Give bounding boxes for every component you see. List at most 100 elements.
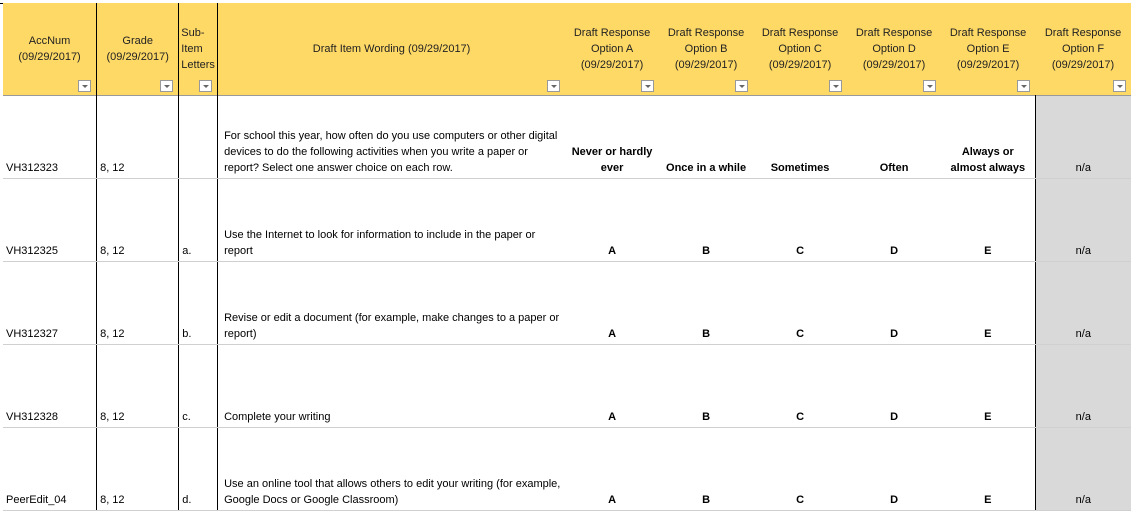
cell-text: C	[796, 328, 805, 340]
table-cell[interactable]: n/a	[1034, 427, 1131, 511]
cell-text: Use the Internet to look for information…	[224, 229, 536, 257]
table-cell[interactable]: Sometimes	[753, 95, 848, 179]
table-cell[interactable]: Always or almost always	[941, 95, 1036, 179]
cell-text: Complete your writing	[224, 411, 331, 423]
table-cell[interactable]: d.	[178, 427, 219, 511]
table-cell[interactable]: n/a	[1034, 344, 1131, 428]
table-cell[interactable]: B	[659, 261, 754, 345]
cell-text: a.	[182, 245, 192, 257]
filter-dropdown-button[interactable]	[1113, 80, 1126, 92]
table-cell[interactable]: D	[847, 344, 942, 428]
cell-text: 8, 12	[100, 411, 125, 423]
table-cell[interactable]: 8, 12	[96, 178, 180, 262]
table-cell[interactable]: VH312328	[3, 344, 98, 428]
table-row: VH312325 8, 12 a. Use the Internet to look …	[3, 178, 1131, 262]
table-cell[interactable]: B	[659, 427, 754, 511]
filter-dropdown-button[interactable]	[829, 80, 843, 92]
table-cell[interactable]: PeerEdit_04	[3, 427, 98, 511]
table-cell[interactable]: 8, 12	[96, 427, 180, 511]
table-cell[interactable]: 8, 12	[96, 261, 180, 345]
table-cell[interactable]: D	[847, 427, 942, 511]
table-cell[interactable]: VH312327	[3, 261, 98, 345]
filter-dropdown-button[interactable]	[1017, 80, 1031, 92]
column-header: Draft Response Option E (09/29/2017)	[941, 3, 1036, 96]
table-cell[interactable]: n/a	[1034, 178, 1131, 262]
table-cell[interactable]: VH312323	[3, 95, 98, 179]
cell-text: n/a	[1075, 411, 1091, 423]
table-cell[interactable]: E	[941, 178, 1036, 262]
cell-text: 8, 12	[100, 494, 125, 506]
spreadsheet-table: AccNum (09/29/2017) Grade (09/29/2017) Sub…	[3, 3, 1131, 511]
cell-text: c.	[182, 411, 191, 423]
filter-dropdown-button[interactable]	[641, 80, 655, 92]
filter-dropdown-button[interactable]	[735, 80, 749, 92]
table-cell[interactable]: C	[753, 261, 848, 345]
cell-text: Use an online tool that allows others to…	[224, 478, 561, 506]
table-cell[interactable]: b.	[178, 261, 219, 345]
table-cell[interactable]: D	[847, 261, 942, 345]
cell-text: PeerEdit_04	[6, 494, 67, 506]
table-cell[interactable]: c.	[178, 344, 219, 428]
cell-text: 8, 12	[100, 162, 125, 174]
cell-text: E	[984, 411, 992, 423]
cell-text: For school this year, how often do you u…	[224, 130, 558, 174]
cell-text: d.	[182, 494, 192, 506]
cell-text: n/a	[1075, 162, 1091, 174]
cell-text: 8, 12	[100, 245, 125, 257]
cell-text: Always or almost always	[950, 146, 1026, 174]
table-cell[interactable]: D	[847, 178, 942, 262]
cell-text: D	[890, 494, 899, 506]
table-cell[interactable]: Complete your writing	[217, 344, 566, 428]
filter-dropdown-button[interactable]	[199, 80, 213, 92]
cell-text: E	[984, 245, 992, 257]
table-cell[interactable]: a.	[178, 178, 219, 262]
table-cell[interactable]: B	[659, 178, 754, 262]
column-header: Draft Response Option F (09/29/2017)	[1035, 3, 1131, 96]
table-cell[interactable]	[178, 95, 219, 179]
column-header-label: Draft Response Option C (09/29/2017)	[761, 27, 839, 71]
table-cell[interactable]: Once in a while	[659, 95, 754, 179]
filter-dropdown-button[interactable]	[547, 80, 561, 92]
table-cell[interactable]: A	[565, 427, 660, 511]
table-cell[interactable]: n/a	[1034, 261, 1131, 345]
column-header-label: Draft Item Wording (09/29/2017)	[312, 43, 471, 55]
column-header: Draft Response Option D (09/29/2017)	[847, 3, 942, 96]
table-cell[interactable]: Use an online tool that allows others to…	[217, 427, 566, 511]
table-cell[interactable]: E	[941, 344, 1036, 428]
cell-text: D	[890, 411, 899, 423]
column-header-label: Grade (09/29/2017)	[106, 35, 169, 63]
table-row: VH312327 8, 12 b. Revise or edit a document…	[3, 261, 1131, 345]
column-header-label: Draft Response Option E (09/29/2017)	[949, 27, 1027, 71]
table-cell[interactable]: For school this year, how often do you u…	[217, 95, 566, 179]
table-cell[interactable]: 8, 12	[96, 344, 180, 428]
cell-text: D	[890, 328, 899, 340]
table-cell[interactable]: A	[565, 344, 660, 428]
table-cell[interactable]: Revise or edit a document (for example, …	[217, 261, 566, 345]
table-cell[interactable]: B	[659, 344, 754, 428]
table-cell[interactable]: Often	[847, 95, 942, 179]
table-cell[interactable]: Never or hardly ever	[565, 95, 660, 179]
cell-text: VH312328	[6, 411, 58, 423]
table-row: PeerEdit_04 8, 12 d. Use an online tool tha…	[3, 427, 1131, 511]
filter-dropdown-button[interactable]	[78, 80, 92, 92]
table-cell[interactable]: C	[753, 178, 848, 262]
filter-dropdown-button[interactable]	[923, 80, 937, 92]
table-cell[interactable]: E	[941, 427, 1036, 511]
column-header-label: Draft Response Option F (09/29/2017)	[1044, 27, 1122, 71]
filter-dropdown-button[interactable]	[160, 80, 174, 92]
table-cell[interactable]: E	[941, 261, 1036, 345]
table-cell[interactable]: A	[565, 178, 660, 262]
table-cell[interactable]: A	[565, 261, 660, 345]
cell-text: Never or hardly ever	[571, 146, 653, 174]
table-cell[interactable]: 8, 12	[96, 95, 180, 179]
table-cell[interactable]: C	[753, 427, 848, 511]
table-cell[interactable]: n/a	[1034, 95, 1131, 179]
table-cell[interactable]: VH312325	[3, 178, 98, 262]
cell-text: E	[984, 328, 992, 340]
column-header: Draft Response Option A (09/29/2017)	[565, 3, 660, 96]
cell-text: C	[796, 411, 805, 423]
column-header-label: AccNum (09/29/2017)	[18, 35, 81, 63]
table-cell[interactable]: Use the Internet to look for information…	[217, 178, 566, 262]
cell-text: A	[608, 494, 617, 506]
table-cell[interactable]: C	[753, 344, 848, 428]
